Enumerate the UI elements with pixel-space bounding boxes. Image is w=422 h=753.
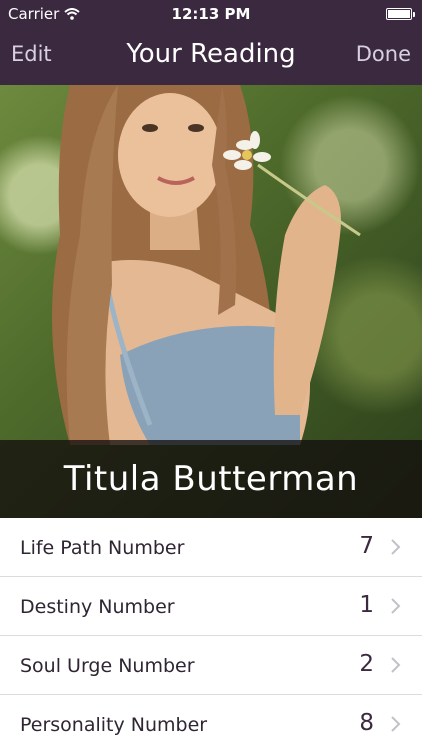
row-value: 8 — [359, 710, 374, 736]
row-label: Destiny Number — [20, 596, 175, 618]
row-value: 1 — [359, 592, 374, 618]
battery-icon — [386, 8, 415, 20]
profile-photo: Titula Butterman — [0, 85, 422, 518]
row-label: Soul Urge Number — [20, 655, 195, 677]
chevron-right-icon — [391, 657, 401, 673]
navigation-bar: Edit Your Reading Done — [0, 30, 422, 85]
numbers-list: Life Path Number 7 Destiny Number 1 Soul… — [0, 518, 422, 753]
row-label: Life Path Number — [20, 537, 185, 559]
list-item-soul-urge[interactable]: Soul Urge Number 2 — [0, 636, 422, 695]
name-banner: Titula Butterman — [0, 440, 422, 518]
list-item-destiny[interactable]: Destiny Number 1 — [0, 577, 422, 636]
list-item-life-path[interactable]: Life Path Number 7 — [0, 518, 422, 577]
chevron-right-icon — [391, 716, 401, 732]
chevron-right-icon — [391, 539, 401, 555]
chevron-right-icon — [391, 598, 401, 614]
status-time: 12:13 PM — [171, 5, 251, 23]
status-bar: Carrier 12:13 PM — [0, 0, 422, 30]
row-value: 7 — [359, 533, 374, 559]
done-button[interactable]: Done — [356, 42, 411, 66]
profile-name: Titula Butterman — [63, 459, 359, 499]
row-label: Personality Number — [20, 714, 208, 736]
list-item-personality[interactable]: Personality Number 8 — [0, 695, 422, 753]
row-value: 2 — [359, 651, 374, 677]
